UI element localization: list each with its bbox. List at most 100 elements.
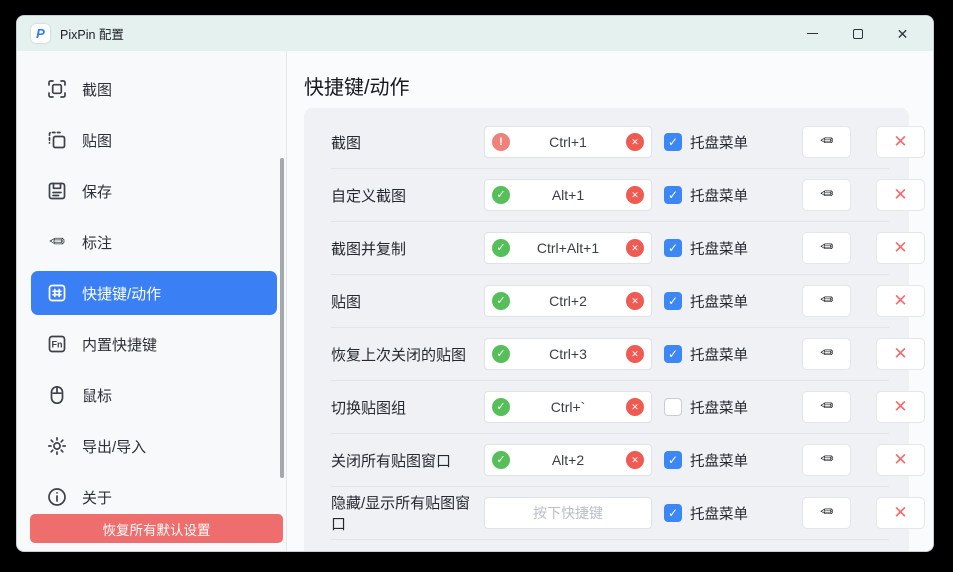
edit-action-button[interactable]: ✏: [802, 338, 851, 370]
sidebar-item-save[interactable]: 保存: [31, 169, 277, 213]
clear-hotkey-icon[interactable]: ✕: [626, 398, 644, 416]
clear-hotkey-icon[interactable]: ✕: [626, 345, 644, 363]
hotkey-value: Ctrl+2: [510, 293, 626, 309]
sidebar-item-screenshot[interactable]: 截图: [31, 67, 277, 111]
edit-action-button[interactable]: ✏: [802, 444, 851, 476]
tray-menu-checkbox[interactable]: ✓: [664, 292, 682, 310]
edit-action-button[interactable]: ✏: [802, 497, 851, 529]
edit-action-button[interactable]: ✏: [802, 179, 851, 211]
hotkey-action-label: 截图并复制: [331, 238, 484, 259]
hotkey-row: 自定义截图 ✓ Alt+1 ✕ ✓ 托盘菜单 ✏ ✕: [331, 169, 889, 222]
sidebar-item-gear[interactable]: 导出/导入: [31, 424, 277, 468]
sidebar-item-mouse[interactable]: 鼠标: [31, 373, 277, 417]
delete-action-button[interactable]: ✕: [876, 232, 925, 264]
delete-action-button[interactable]: ✕: [876, 285, 925, 317]
sidebar-item-pin-image[interactable]: 贴图: [31, 118, 277, 162]
ok-status-icon: ✓: [492, 239, 510, 257]
hotkey-value: Ctrl+1: [510, 134, 626, 150]
hotkey-input[interactable]: ✓ Ctrl+2 ✕: [484, 285, 652, 317]
pencil-icon: ✏: [820, 240, 833, 256]
clear-hotkey-icon[interactable]: ✕: [626, 239, 644, 257]
hotkey-input[interactable]: ✓ Ctrl+Alt+1 ✕: [484, 232, 652, 264]
delete-action-button[interactable]: ✕: [876, 179, 925, 211]
hotkey-action-label: 截图: [331, 132, 484, 153]
hotkey-row: 恢复上次关闭的贴图 ✓ Ctrl+3 ✕ ✓ 托盘菜单 ✏ ✕: [331, 328, 889, 381]
sidebar-item-pencil[interactable]: ✏ 标注: [31, 220, 277, 264]
hotkey-action-label: 隐藏/显示所有贴图窗口: [331, 492, 484, 534]
delete-action-button[interactable]: ✕: [876, 126, 925, 158]
hotkey-input[interactable]: ✓ Alt+1 ✕: [484, 179, 652, 211]
main-content: 快捷键/动作 截图 ! Ctrl+1 ✕ ✓ 托盘菜单 ✏ ✕ 自定义截图 ✓ …: [286, 51, 933, 552]
hotkey-action-label: 切换贴图组: [331, 397, 484, 418]
hotkey-row: 关闭所有贴图窗口 ✓ Alt+2 ✕ ✓ 托盘菜单 ✏ ✕: [331, 434, 889, 487]
info-icon: [46, 486, 68, 508]
hotkey-action-label: 恢复上次关闭的贴图: [331, 344, 484, 365]
tray-menu-label: 托盘菜单: [690, 397, 748, 418]
window-title: PixPin 配置: [60, 24, 124, 43]
ok-status-icon: ✓: [492, 345, 510, 363]
ok-status-icon: ✓: [492, 292, 510, 310]
page-title: 快捷键/动作: [304, 71, 933, 100]
tray-menu-label: 托盘菜单: [690, 185, 748, 206]
hotkey-rows: 截图 ! Ctrl+1 ✕ ✓ 托盘菜单 ✏ ✕ 自定义截图 ✓ Alt+1 ✕…: [331, 116, 889, 540]
pencil-icon: ✏: [820, 134, 833, 150]
pencil-icon: ✏: [820, 452, 833, 468]
pixpin-config-window: P PixPin 配置 ✕ 截图 贴图 保存 ✏ 标注 快捷键/动作 Fn 内置…: [16, 15, 934, 552]
hotkey-input[interactable]: ! Ctrl+1 ✕: [484, 126, 652, 158]
edit-action-button[interactable]: ✏: [802, 126, 851, 158]
delete-x-icon: ✕: [893, 291, 907, 311]
ok-status-icon: ✓: [492, 451, 510, 469]
gear-icon: [46, 435, 68, 457]
maximize-button[interactable]: [835, 16, 880, 51]
clear-hotkey-icon[interactable]: ✕: [626, 133, 644, 151]
delete-x-icon: ✕: [893, 238, 907, 258]
hotkey-value: Ctrl+Alt+1: [510, 240, 626, 256]
hotkey-input[interactable]: ✓ Ctrl+3 ✕: [484, 338, 652, 370]
hotkey-value: Ctrl+3: [510, 346, 626, 362]
sidebar-items: 截图 贴图 保存 ✏ 标注 快捷键/动作 Fn 内置快捷键 鼠标 导出/导入 关…: [17, 67, 286, 519]
pencil-icon: ✏: [820, 346, 833, 362]
sidebar-scrollbar[interactable]: [280, 158, 284, 478]
titlebar: P PixPin 配置 ✕: [17, 16, 933, 51]
hotkey-row: 隐藏/显示所有贴图窗口 按下快捷键 ✓ 托盘菜单 ✏ ✕: [331, 487, 889, 540]
delete-action-button[interactable]: ✕: [876, 391, 925, 423]
tray-menu-checkbox[interactable]: ✓: [664, 133, 682, 151]
tray-menu-label: 托盘菜单: [690, 503, 748, 524]
reset-defaults-button[interactable]: 恢复所有默认设置: [30, 514, 283, 543]
tray-menu-checkbox[interactable]: ✓: [664, 239, 682, 257]
hotkey-input[interactable]: ✓ Alt+2 ✕: [484, 444, 652, 476]
close-button[interactable]: ✕: [880, 16, 925, 51]
tray-menu-checkbox[interactable]: ✓: [664, 451, 682, 469]
clear-hotkey-icon[interactable]: ✕: [626, 451, 644, 469]
hotkey-panel: 截图 ! Ctrl+1 ✕ ✓ 托盘菜单 ✏ ✕ 自定义截图 ✓ Alt+1 ✕…: [304, 108, 909, 552]
sidebar-item-info[interactable]: 关于: [31, 475, 277, 519]
delete-x-icon: ✕: [893, 397, 907, 417]
sidebar: 截图 贴图 保存 ✏ 标注 快捷键/动作 Fn 内置快捷键 鼠标 导出/导入 关…: [17, 51, 286, 552]
minimize-button[interactable]: [790, 16, 835, 51]
tray-menu-checkbox[interactable]: ✓: [664, 186, 682, 204]
tray-menu-label: 托盘菜单: [690, 132, 748, 153]
delete-action-button[interactable]: ✕: [876, 338, 925, 370]
tray-menu-checkbox[interactable]: [664, 398, 682, 416]
tray-menu-checkbox[interactable]: ✓: [664, 504, 682, 522]
clear-hotkey-icon[interactable]: ✕: [626, 292, 644, 310]
pencil-icon: ✏: [820, 187, 833, 203]
hotkey-icon: [46, 282, 68, 304]
edit-action-button[interactable]: ✏: [802, 391, 851, 423]
edit-action-button[interactable]: ✏: [802, 285, 851, 317]
hotkey-input[interactable]: ✓ Ctrl+` ✕: [484, 391, 652, 423]
sidebar-item-fn-key[interactable]: Fn 内置快捷键: [31, 322, 277, 366]
edit-action-button[interactable]: ✏: [802, 232, 851, 264]
tray-menu-label: 托盘菜单: [690, 291, 748, 312]
delete-x-icon: ✕: [893, 503, 907, 523]
sidebar-item-hotkey[interactable]: 快捷键/动作: [31, 271, 277, 315]
delete-action-button[interactable]: ✕: [876, 444, 925, 476]
delete-x-icon: ✕: [893, 185, 907, 205]
pencil-icon: ✏: [46, 231, 68, 253]
clear-hotkey-icon[interactable]: ✕: [626, 186, 644, 204]
delete-x-icon: ✕: [893, 450, 907, 470]
delete-action-button[interactable]: ✕: [876, 497, 925, 529]
hotkey-input[interactable]: 按下快捷键: [484, 497, 652, 529]
window-controls: ✕: [790, 16, 925, 51]
tray-menu-checkbox[interactable]: ✓: [664, 345, 682, 363]
